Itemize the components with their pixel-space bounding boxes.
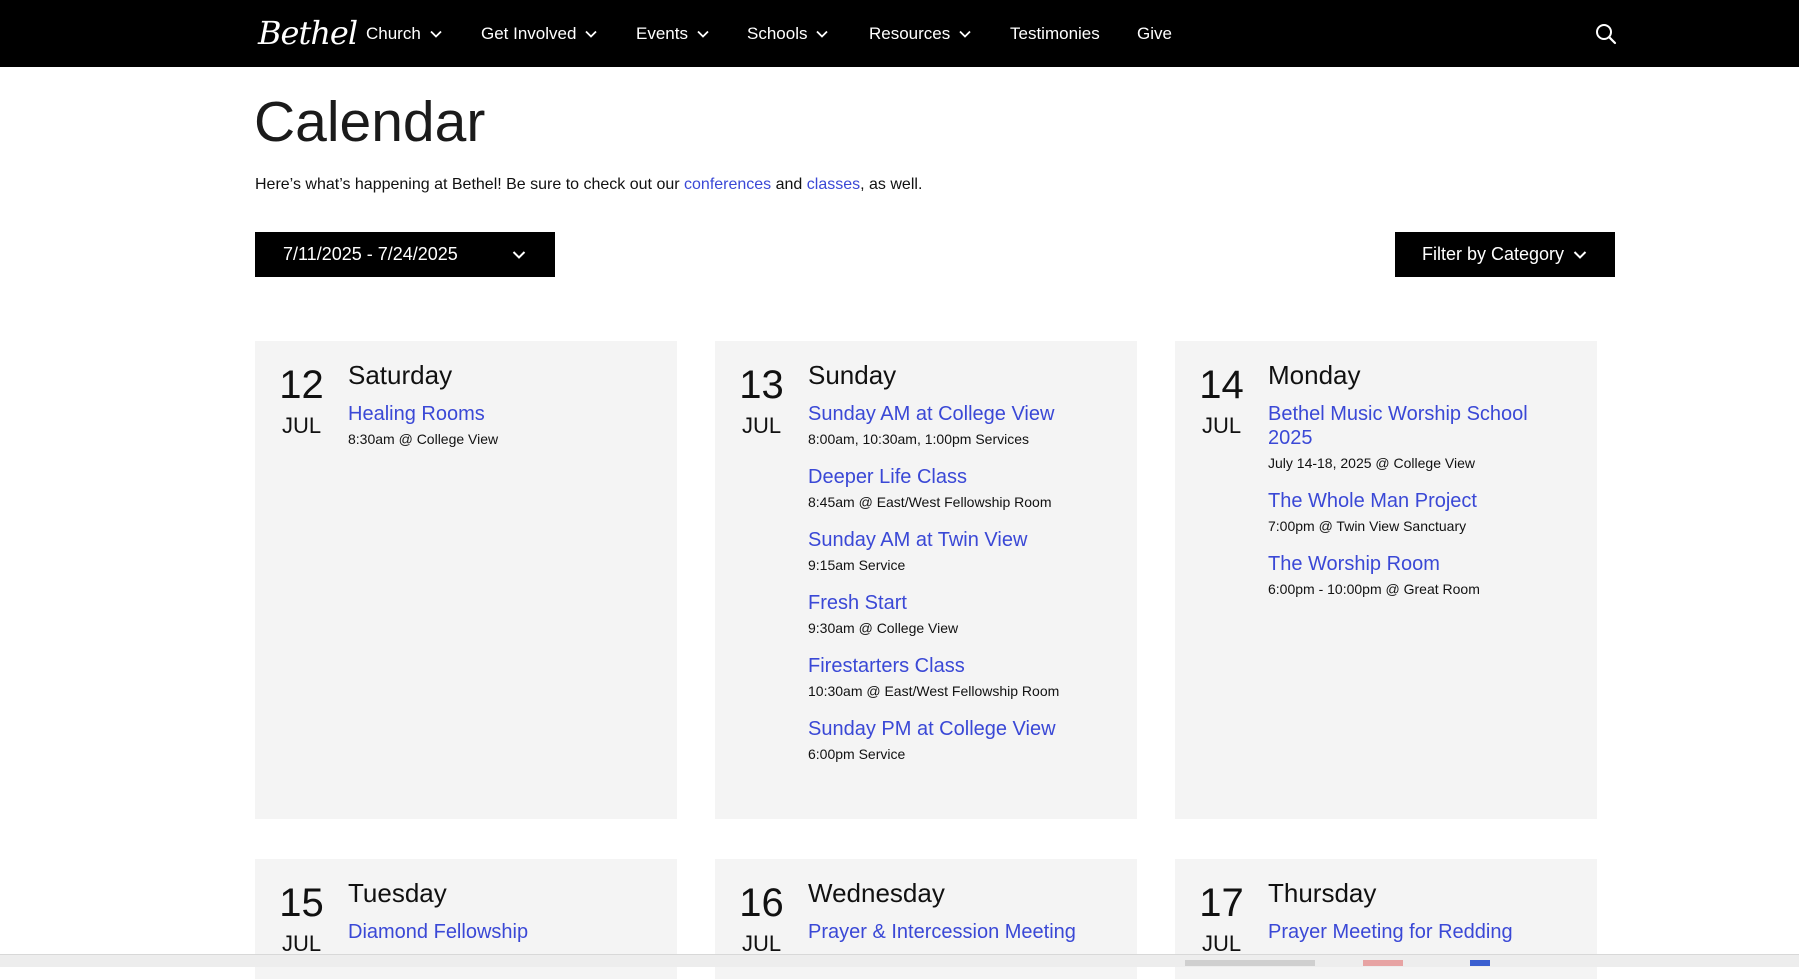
- nav-item-testimonies[interactable]: Testimonies: [1010, 22, 1100, 46]
- day-number: 12: [279, 363, 324, 407]
- day-weekday: Thursday: [1268, 878, 1377, 908]
- nav-item-label: Testimonies: [1010, 24, 1100, 43]
- event-item: Prayer Meeting for Redding: [1268, 920, 1568, 944]
- event-detail: 6:00pm Service: [808, 746, 906, 762]
- day-month: JUL: [741, 413, 782, 438]
- day-weekday: Wednesday: [808, 878, 945, 908]
- bottom-bar: [0, 954, 1799, 967]
- chevron-down-icon: [959, 30, 971, 38]
- day-card: 13 JUL Sunday Sunday AM at College View …: [715, 341, 1137, 819]
- bottom-bar-segment: [1185, 960, 1315, 966]
- event-title-link[interactable]: Diamond Fellowship: [348, 920, 648, 944]
- event-title-link[interactable]: The Worship Room: [1268, 552, 1568, 576]
- intro-text: Here’s what’s happening at Bethel! Be su…: [255, 173, 922, 197]
- day-weekday: Sunday: [808, 360, 897, 390]
- event-item: Sunday AM at College View 8:00am, 10:30a…: [808, 402, 1108, 448]
- classes-link[interactable]: classes: [807, 176, 860, 193]
- event-detail: 10:30am @ East/West Fellowship Room: [808, 683, 1060, 699]
- day-month: JUL: [1201, 413, 1242, 438]
- event-detail: July 14-18, 2025 @ College View: [1268, 455, 1475, 471]
- day-number: 13: [739, 363, 784, 407]
- day-number: 15: [279, 881, 324, 925]
- event-detail: 8:45am @ East/West Fellowship Room: [808, 494, 1052, 510]
- chevron-down-icon: [430, 30, 442, 38]
- event-item: Fresh Start 9:30am @ College View: [808, 591, 1108, 637]
- date-range-dropdown[interactable]: 7/11/2025 - 7/24/2025: [255, 232, 555, 277]
- event-item: The Whole Man Project 7:00pm @ Twin View…: [1268, 489, 1568, 535]
- event-title-link[interactable]: Prayer & Intercession Meeting: [808, 920, 1108, 944]
- nav-item-label: Events: [636, 24, 688, 43]
- event-list: Bethel Music Worship School 2025 July 14…: [1268, 402, 1568, 615]
- event-title-link[interactable]: Sunday AM at College View: [808, 402, 1108, 426]
- nav-item-label: Resources: [869, 24, 951, 43]
- event-title-link[interactable]: The Whole Man Project: [1268, 489, 1568, 513]
- chevron-down-icon: [1573, 250, 1587, 259]
- event-item: Healing Rooms 8:30am @ College View: [348, 402, 648, 448]
- search-icon: [1596, 24, 1617, 45]
- nav-item-label: Give: [1137, 24, 1172, 43]
- event-title-link[interactable]: Sunday AM at Twin View: [808, 528, 1108, 552]
- intro-text-start: Here’s what’s happening at Bethel! Be su…: [255, 176, 685, 193]
- event-title-link[interactable]: Deeper Life Class: [808, 465, 1108, 489]
- day-month: JUL: [281, 413, 322, 438]
- event-title-link[interactable]: Firestarters Class: [808, 654, 1108, 678]
- event-detail: 6:00pm - 10:00pm @ Great Room: [1268, 581, 1480, 597]
- day-card: 12 JUL Saturday Healing Rooms 8:30am @ C…: [255, 341, 677, 819]
- day-card: 14 JUL Monday Bethel Music Worship Schoo…: [1175, 341, 1597, 819]
- nav-item-schools[interactable]: Schools: [747, 22, 829, 46]
- bottom-bar-indicator: [1470, 960, 1490, 966]
- nav-item-label: Get Involved: [481, 24, 577, 43]
- event-item: Bethel Music Worship School 2025 July 14…: [1268, 402, 1568, 472]
- event-title-link[interactable]: Healing Rooms: [348, 402, 648, 426]
- top-nav: Bethel Church Get Involved Events School…: [0, 0, 1799, 67]
- day-weekday: Tuesday: [348, 878, 447, 908]
- event-detail: 8:30am @ College View: [348, 431, 499, 447]
- day-weekday: Monday: [1268, 360, 1361, 390]
- page-title: Calendar: [254, 90, 486, 154]
- event-item: Prayer & Intercession Meeting: [808, 920, 1108, 944]
- bottom-bar-badge: [1363, 960, 1403, 966]
- event-item: Sunday AM at Twin View 9:15am Service: [808, 528, 1108, 574]
- event-item: Sunday PM at College View 6:00pm Service: [808, 717, 1108, 763]
- event-detail: 9:15am Service: [808, 557, 906, 573]
- chevron-down-icon: [512, 250, 526, 259]
- chevron-down-icon: [697, 30, 709, 38]
- nav-item-events[interactable]: Events: [636, 22, 710, 46]
- intro-text-end: , as well.: [860, 176, 923, 193]
- event-title-link[interactable]: Fresh Start: [808, 591, 1108, 615]
- day-number: 17: [1199, 881, 1244, 925]
- chevron-down-icon: [816, 30, 829, 38]
- event-item: Firestarters Class 10:30am @ East/West F…: [808, 654, 1108, 700]
- bethel-logo[interactable]: Bethel: [258, 14, 358, 52]
- filter-by-category-dropdown[interactable]: Filter by Category: [1395, 232, 1615, 277]
- day-number: 16: [739, 881, 784, 925]
- conferences-link[interactable]: conferences: [684, 176, 771, 193]
- nav-item-resources[interactable]: Resources: [869, 22, 972, 46]
- event-list: Sunday AM at College View 8:00am, 10:30a…: [808, 402, 1108, 780]
- day-weekday: Saturday: [348, 360, 453, 390]
- day-number: 14: [1199, 363, 1244, 407]
- nav-item-give[interactable]: Give: [1137, 22, 1172, 46]
- event-detail: 9:30am @ College View: [808, 620, 959, 636]
- filter-label: Filter by Category: [1422, 244, 1565, 264]
- search-button[interactable]: [1594, 22, 1618, 46]
- date-range-value: 7/11/2025 - 7/24/2025: [283, 244, 458, 264]
- event-item: Deeper Life Class 8:45am @ East/West Fel…: [808, 465, 1108, 511]
- event-detail: 7:00pm @ Twin View Sanctuary: [1268, 518, 1467, 534]
- nav-item-church[interactable]: Church: [366, 22, 443, 46]
- event-detail: 8:00am, 10:30am, 1:00pm Services: [808, 431, 1030, 447]
- nav-item-label: Church: [366, 24, 421, 43]
- chevron-down-icon: [585, 30, 598, 38]
- event-title-link[interactable]: Prayer Meeting for Redding: [1268, 920, 1568, 944]
- nav-item-label: Schools: [747, 24, 808, 43]
- intro-text-middle: and: [771, 176, 807, 193]
- event-item: Diamond Fellowship: [348, 920, 648, 944]
- nav-item-get-involved[interactable]: Get Involved: [481, 22, 598, 46]
- event-title-link[interactable]: Bethel Music Worship School 2025: [1268, 402, 1568, 450]
- event-list: Healing Rooms 8:30am @ College View: [348, 402, 648, 465]
- event-item: The Worship Room 6:00pm - 10:00pm @ Grea…: [1268, 552, 1568, 598]
- event-title-link[interactable]: Sunday PM at College View: [808, 717, 1108, 741]
